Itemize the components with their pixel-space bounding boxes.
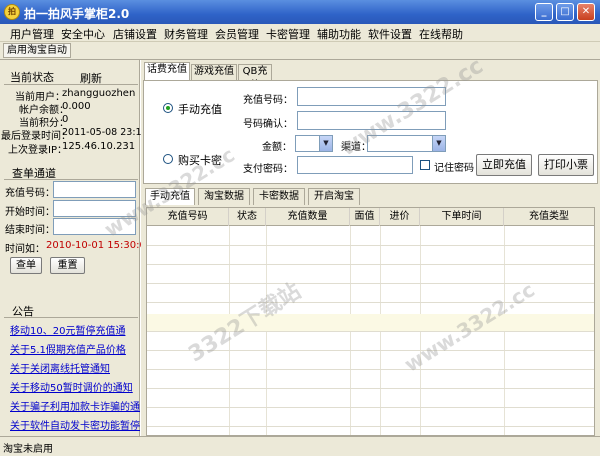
notice-link[interactable]: 关于移动50暂时调价的通知 [10,379,133,394]
tab-card-data[interactable]: 卡密数据 [253,188,305,205]
end-time-label: 结束时间： [5,225,55,236]
tab-taobao-data[interactable]: 淘宝数据 [198,188,250,205]
orders-table[interactable]: 充值号码 状态 充值数量 面值 进价 下单时间 充值类型 [146,207,595,436]
menu-software-settings[interactable]: 软件设置 [368,26,412,42]
menu-member[interactable]: 会员管理 [215,26,259,42]
notice-link[interactable]: 移动10、20元暂停充值通 [10,322,125,337]
grid-line [147,245,594,246]
manual-recharge-radio[interactable] [163,103,173,113]
balance-value: 0.000 [62,101,91,112]
tab-open-taobao[interactable]: 开启淘宝 [308,188,360,205]
chevron-down-icon: ▼ [432,136,445,151]
points-value: 0 [62,114,69,125]
start-time-label: 开始时间： [5,207,55,218]
notice-link[interactable]: 关于软件自动发卡密功能暂停 [10,417,140,432]
query-number-label: 充值号码： [5,188,55,199]
column-header[interactable]: 充值数量 [266,208,350,226]
start-time-input[interactable] [53,200,136,217]
time-format-label: 时间如： [5,244,45,255]
manual-recharge-label: 手动充值 [178,103,222,116]
paypwd-input[interactable] [297,156,413,174]
last-login-time-value: 2011-05-08 23:12 [62,127,148,138]
last-login-ip-value: 125.46.10.231 [62,141,136,152]
confirm-label: 号码确认： [243,119,293,130]
tab-phone-recharge[interactable]: 话费充值 [144,62,190,80]
time-format-example: 2010-10-01 15:30:01 [46,240,153,251]
query-button[interactable]: 查单 [10,257,42,274]
menu-assist[interactable]: 辅助功能 [317,26,361,42]
menu-bar: 用户管理 安全中心 店铺设置 财务管理 会员管理 卡密管理 辅助功能 软件设置 … [0,24,600,42]
reset-button[interactable]: 重置 [50,257,85,274]
chevron-down-icon: ▼ [319,136,332,151]
grid-line [147,283,594,284]
column-header[interactable]: 状态 [229,208,266,226]
column-header[interactable]: 充值类型 [504,208,594,226]
title-bar: 拍 拍一拍风手掌柜2.0 _ □ ✕ [0,0,600,24]
grid-line [147,331,594,332]
menu-finance[interactable]: 财务管理 [164,26,208,42]
confirm-input[interactable] [297,111,446,130]
menu-user-management[interactable]: 用户管理 [10,26,54,42]
grid-line [147,350,594,351]
grid-line [147,407,594,408]
grid-line [147,426,594,427]
divider [4,84,138,85]
grid-line [147,302,594,303]
toolbar: 启用淘宝自动 [0,42,600,60]
buy-card-label: 购买卡密 [178,154,222,167]
last-login-ip-label: 上次登录IP： [8,145,67,156]
grid-line [147,264,594,265]
menu-shop-settings[interactable]: 店铺设置 [113,26,157,42]
remember-pwd-label: 记住密码 [434,163,474,174]
maximize-icon[interactable]: □ [556,3,574,21]
channel-select[interactable]: ▼ [367,135,446,152]
tab-game-recharge[interactable]: 游戏充值 [191,64,237,80]
minimize-icon[interactable]: _ [535,3,553,21]
column-header[interactable]: 面值 [350,208,380,226]
grid-line [147,388,594,389]
end-time-input[interactable] [53,218,136,235]
buy-card-radio[interactable] [163,154,173,164]
notice-link[interactable]: 关于骗子利用加款卡诈骗的通 [10,398,140,413]
close-icon[interactable]: ✕ [577,3,595,21]
column-header[interactable]: 充值号码 [147,208,229,226]
enable-taobao-button[interactable]: 启用淘宝自动 [3,43,71,58]
notice-link[interactable]: 关于5.1假期充值产品价格 [10,341,126,356]
taobao-status-text: 淘宝未启用 [3,444,53,455]
tab-qb-recharge[interactable]: QB充值 [238,64,272,91]
table-row[interactable] [147,314,594,331]
window-title: 拍一拍风手掌柜2.0 [24,7,130,21]
grid-line [147,369,594,370]
column-header[interactable]: 进价 [380,208,420,226]
divider [4,317,138,318]
print-receipt-button[interactable]: 打印小票 [538,154,594,176]
app-logo-icon: 拍 [4,4,20,20]
status-title: 当前状态 [10,71,54,84]
current-user-value: zhangguozhen [62,88,136,99]
phone-input[interactable] [297,87,446,106]
menu-card-management[interactable]: 卡密管理 [266,26,310,42]
phone-label: 充值号码： [243,95,293,106]
notice-link[interactable]: 关于关闭离线托管通知 [10,360,110,375]
divider [4,179,138,180]
tab-manual-recharge[interactable]: 手动充值 [145,188,195,205]
recharge-now-button[interactable]: 立即充值 [476,154,532,176]
menu-security-center[interactable]: 安全中心 [61,26,105,42]
amount-label: 金额： [262,142,292,153]
amount-select[interactable]: ▼ [295,135,333,152]
last-login-time-label: 最后登录时间： [1,131,71,142]
query-number-input[interactable] [53,181,136,198]
column-header[interactable]: 下单时间 [420,208,504,226]
paypwd-label: 支付密码： [243,164,293,175]
remember-pwd-checkbox[interactable] [420,160,430,170]
menu-online-help[interactable]: 在线帮助 [419,26,463,42]
status-bar: 淘宝未启用 [0,436,600,456]
table-header: 充值号码 状态 充值数量 面值 进价 下单时间 充值类型 [147,208,594,226]
